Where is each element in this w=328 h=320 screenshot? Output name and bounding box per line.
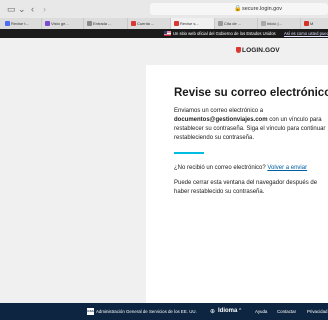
tab-label: M	[310, 21, 314, 26]
tab-label: Cuenta ...	[137, 21, 155, 26]
tab-label: Revise s...	[180, 21, 199, 26]
us-flag-icon	[164, 31, 171, 36]
contact-link[interactable]: Contactar	[277, 309, 296, 314]
chevron-down-icon[interactable]: ⌄	[18, 4, 26, 14]
instructions-text: Enviamos un correo electrónico a documen…	[174, 107, 328, 143]
tab-7[interactable]: Inicio |...	[258, 18, 301, 29]
tab-label: Inicio |...	[267, 21, 282, 26]
content-card: Revise su correo electrónico Enviamos un…	[146, 65, 328, 303]
tab-favicon-icon	[87, 21, 92, 26]
resend-prompt: ¿No recibió un correo electrónico? Volve…	[174, 165, 307, 171]
email-address: documentos@gestionviajes.com	[174, 117, 268, 123]
tab-label: Entrada ...	[93, 21, 112, 26]
tab-favicon-icon	[5, 21, 10, 26]
privacy-link[interactable]: Privacidad	[307, 309, 328, 314]
tab-favicon-icon	[261, 21, 266, 26]
gsa-logo-icon: GSA	[87, 308, 94, 315]
tab-2[interactable]: Visto ge...	[42, 18, 84, 29]
browser-toolbar: ▭ ⌄ ‹ › 🔒 secure.login.gov	[0, 0, 328, 18]
gmail-icon	[304, 21, 309, 26]
tab-5-active[interactable]: Revise s...	[171, 18, 215, 29]
login-gov-logo[interactable]: LOGIN.GOV	[236, 47, 280, 54]
tab-label: Visto ge...	[51, 21, 69, 26]
tab-3[interactable]: Entrada ...	[84, 18, 128, 29]
gov-banner: Un sitio web oficial del Gobierno de los…	[0, 29, 328, 38]
tab-4[interactable]: Cuenta ...	[128, 18, 171, 29]
language-button[interactable]: Idioma	[218, 308, 237, 314]
tab-label: Cita de ...	[224, 21, 242, 26]
close-window-text: Puede cerrar esta ventana del navegador …	[174, 180, 318, 195]
back-icon[interactable]: ‹	[31, 4, 34, 14]
banner-link[interactable]: Así es como usted puede	[284, 29, 328, 38]
sidebar-toggle-icon[interactable]: ▭	[7, 4, 16, 14]
tab-label: Revise t...	[11, 21, 29, 26]
footer: GSA Administración General de Servicios …	[0, 303, 328, 320]
agency-link[interactable]: Administración General de Servicios de l…	[96, 309, 197, 314]
banner-text: Un sitio web oficial del Gobierno de los…	[173, 31, 276, 36]
para-before: Enviamos un correo electrónico a	[174, 108, 264, 114]
tab-favicon-icon	[174, 21, 179, 26]
globe-icon: ⊕	[210, 309, 216, 315]
tab-6[interactable]: Cita de ...	[215, 18, 258, 29]
step-indicator	[174, 152, 204, 154]
chevron-up-icon[interactable]: ^	[239, 308, 241, 314]
help-link[interactable]: Ayuda	[255, 309, 267, 314]
url-text: secure.login.gov	[242, 6, 283, 12]
tab-1[interactable]: Revise t...	[2, 18, 42, 29]
tab-favicon-icon	[45, 21, 50, 26]
forward-icon[interactable]: ›	[43, 4, 46, 14]
tab-favicon-icon	[218, 21, 223, 26]
resend-question: ¿No recibió un correo electrónico?	[174, 165, 266, 171]
page-body: LOGIN.GOV Revise su correo electrónico E…	[0, 38, 328, 303]
shield-icon	[236, 47, 241, 53]
lock-icon: 🔒	[234, 6, 242, 12]
page-title: Revise su correo electrónico	[174, 87, 328, 99]
tab-bar: Revise t... Visto ge... Entrada ... Cuen…	[0, 18, 328, 29]
tab-favicon-icon	[131, 21, 136, 26]
resend-link[interactable]: Volver a enviar	[267, 165, 307, 171]
logo-text: LOGIN.GOV	[242, 47, 280, 54]
address-bar[interactable]: 🔒 secure.login.gov	[150, 3, 328, 15]
tab-8[interactable]: M	[301, 18, 328, 29]
